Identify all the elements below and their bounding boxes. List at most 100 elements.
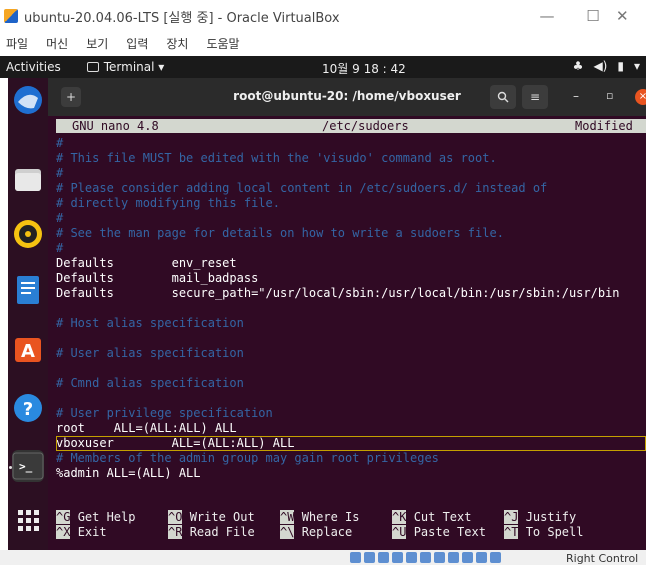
menu-file[interactable]: 파일 [6, 35, 28, 52]
shortcut-label: Read File [189, 525, 255, 539]
shortcut-label: Replace [301, 525, 353, 539]
hamburger-menu-button[interactable]: ≡ [522, 85, 548, 109]
shortcut-exit[interactable]: ^X Exit [56, 525, 176, 540]
terminal-window[interactable]: + root@ubuntu-20: /home/vboxuser ≡ – ▫ ×… [48, 78, 646, 550]
dock: A ? >_ [8, 78, 48, 550]
editor-line[interactable]: Defaults mail_badpass [56, 271, 646, 286]
editor-line[interactable]: # Please consider adding local content i… [56, 181, 646, 196]
editor-line[interactable]: # [56, 136, 646, 151]
search-button[interactable] [490, 85, 516, 109]
editor-line[interactable] [56, 331, 646, 346]
usb-icon[interactable] [406, 552, 417, 563]
software-store-icon[interactable]: A [12, 332, 44, 364]
optical-drive-icon[interactable] [364, 552, 375, 563]
editor-line[interactable]: # This file MUST be edited with the 'vis… [56, 151, 646, 166]
shortcut-key: ^J [504, 510, 519, 524]
shortcut-paste-text[interactable]: ^U Paste Text [392, 525, 512, 540]
thunderbird-icon[interactable] [12, 84, 44, 116]
gnome-top-bar: Activities Terminal ▾ 10월 9 18 : 42 ♣ ◀)… [0, 56, 646, 78]
clock[interactable]: 10월 9 18 : 42 [322, 60, 406, 77]
editor-line[interactable]: # User privilege specification [56, 406, 646, 421]
window-title: ubuntu-20.04.06-LTS [실행 중] - Oracle Virt… [24, 10, 340, 26]
editor-line-current[interactable]: vboxuser ALL=(ALL:ALL) ALL [56, 436, 646, 451]
shortcut-get-help[interactable]: ^G Get Help [56, 510, 176, 525]
menu-devices[interactable]: 장치 [166, 35, 188, 52]
editor-line[interactable]: # See the man page for details on how to… [56, 226, 646, 241]
terminal-title: root@ubuntu-20: /home/vboxuser [233, 89, 461, 103]
shortcut-label: Get Help [77, 510, 136, 524]
editor-line[interactable] [56, 391, 646, 406]
window-minimize-button[interactable]: — [524, 7, 570, 25]
nano-filename: /etc/sudoers [322, 119, 409, 133]
files-icon[interactable] [12, 164, 44, 196]
rhythmbox-icon[interactable] [12, 218, 44, 250]
activities-button[interactable]: Activities [6, 60, 61, 74]
virtualbox-logo-icon [4, 9, 18, 23]
mouse-integration-icon[interactable] [476, 552, 487, 563]
svg-text:>_: >_ [19, 460, 33, 473]
shortcut-justify[interactable]: ^J Justify [504, 510, 624, 525]
volume-icon: ◀) [593, 59, 608, 73]
app-menu[interactable]: Terminal ▾ [86, 60, 164, 74]
menu-input[interactable]: 입력 [126, 35, 148, 52]
shortcut-key: ^X [56, 525, 71, 539]
window-controls: — ☐ ✕ [524, 0, 646, 32]
help-icon[interactable]: ? [12, 392, 44, 424]
editor-line[interactable]: %admin ALL=(ALL) ALL [56, 466, 646, 481]
editor-line[interactable]: Defaults secure_path="/usr/local/sbin:/u… [56, 286, 646, 301]
shortcut-label: Justify [525, 510, 577, 524]
keyboard-capture-icon[interactable] [490, 552, 501, 563]
shortcut-key: ^W [280, 510, 295, 524]
shortcut-key: ^O [168, 510, 183, 524]
battery-icon: ▮ [617, 59, 624, 73]
host-key-label: Right Control [566, 552, 639, 565]
svg-text:A: A [21, 341, 35, 362]
writer-icon[interactable] [12, 274, 44, 306]
system-tray[interactable]: ♣ ◀) ▮ ▾ [573, 59, 640, 73]
editor-line[interactable]: # [56, 166, 646, 181]
nano-editor-buffer[interactable]: # # This file MUST be edited with the 'vi… [56, 136, 646, 481]
shortcut-cut-text[interactable]: ^K Cut Text [392, 510, 512, 525]
cpu-icon[interactable] [462, 552, 473, 563]
editor-line[interactable]: root ALL=(ALL:ALL) ALL [56, 421, 646, 436]
window-close-button[interactable]: ✕ [616, 7, 646, 25]
shortcut-replace[interactable]: ^\ Replace [280, 525, 400, 540]
terminal-icon [86, 62, 99, 72]
shortcut-key: ^G [56, 510, 71, 524]
editor-line[interactable]: # directly modifying this file. [56, 196, 646, 211]
audio-icon[interactable] [378, 552, 389, 563]
shared-folder-icon[interactable] [420, 552, 431, 563]
terminal-header-bar: + root@ubuntu-20: /home/vboxuser ≡ – ▫ × [48, 78, 646, 116]
editor-line[interactable]: # Host alias specification [56, 316, 646, 331]
terminal-maximize-button[interactable]: ▫ [606, 89, 613, 102]
editor-line[interactable]: # Members of the admin group may gain ro… [56, 451, 646, 466]
shortcut-write-out[interactable]: ^O Write Out [168, 510, 288, 525]
shortcut-where-is[interactable]: ^W Where Is [280, 510, 400, 525]
recording-icon[interactable] [448, 552, 459, 563]
shortcut-read-file[interactable]: ^R Read File [168, 525, 288, 540]
menu-machine[interactable]: 머신 [46, 35, 68, 52]
network-status-icon[interactable] [392, 552, 403, 563]
editor-line[interactable] [56, 361, 646, 376]
shortcut-to-spell[interactable]: ^T To Spell [504, 525, 624, 540]
harddisk-icon[interactable] [350, 552, 361, 563]
terminal-minimize-button[interactable]: – [573, 89, 579, 103]
chevron-down-icon: ▾ [633, 59, 640, 73]
editor-line[interactable] [56, 301, 646, 316]
editor-line[interactable]: Defaults env_reset [56, 256, 646, 271]
shortcut-key: ^K [392, 510, 407, 524]
editor-line[interactable]: # Cmnd alias specification [56, 376, 646, 391]
editor-line[interactable]: # User alias specification [56, 346, 646, 361]
editor-line[interactable]: # [56, 241, 646, 256]
shortcut-label: Where Is [301, 510, 360, 524]
network-icon: ♣ [572, 59, 584, 73]
display-icon[interactable] [434, 552, 445, 563]
menu-help[interactable]: 도움말 [206, 35, 239, 52]
editor-line[interactable]: # [56, 211, 646, 226]
show-applications-icon[interactable] [12, 504, 44, 536]
terminal-app-icon[interactable]: >_ [12, 450, 44, 482]
menu-view[interactable]: 보기 [86, 35, 108, 52]
vbox-menubar: 파일 머신 보기 입력 장치 도움말 [0, 32, 646, 54]
window-maximize-button[interactable]: ☐ [570, 7, 616, 25]
terminal-close-button[interactable]: × [635, 89, 646, 105]
